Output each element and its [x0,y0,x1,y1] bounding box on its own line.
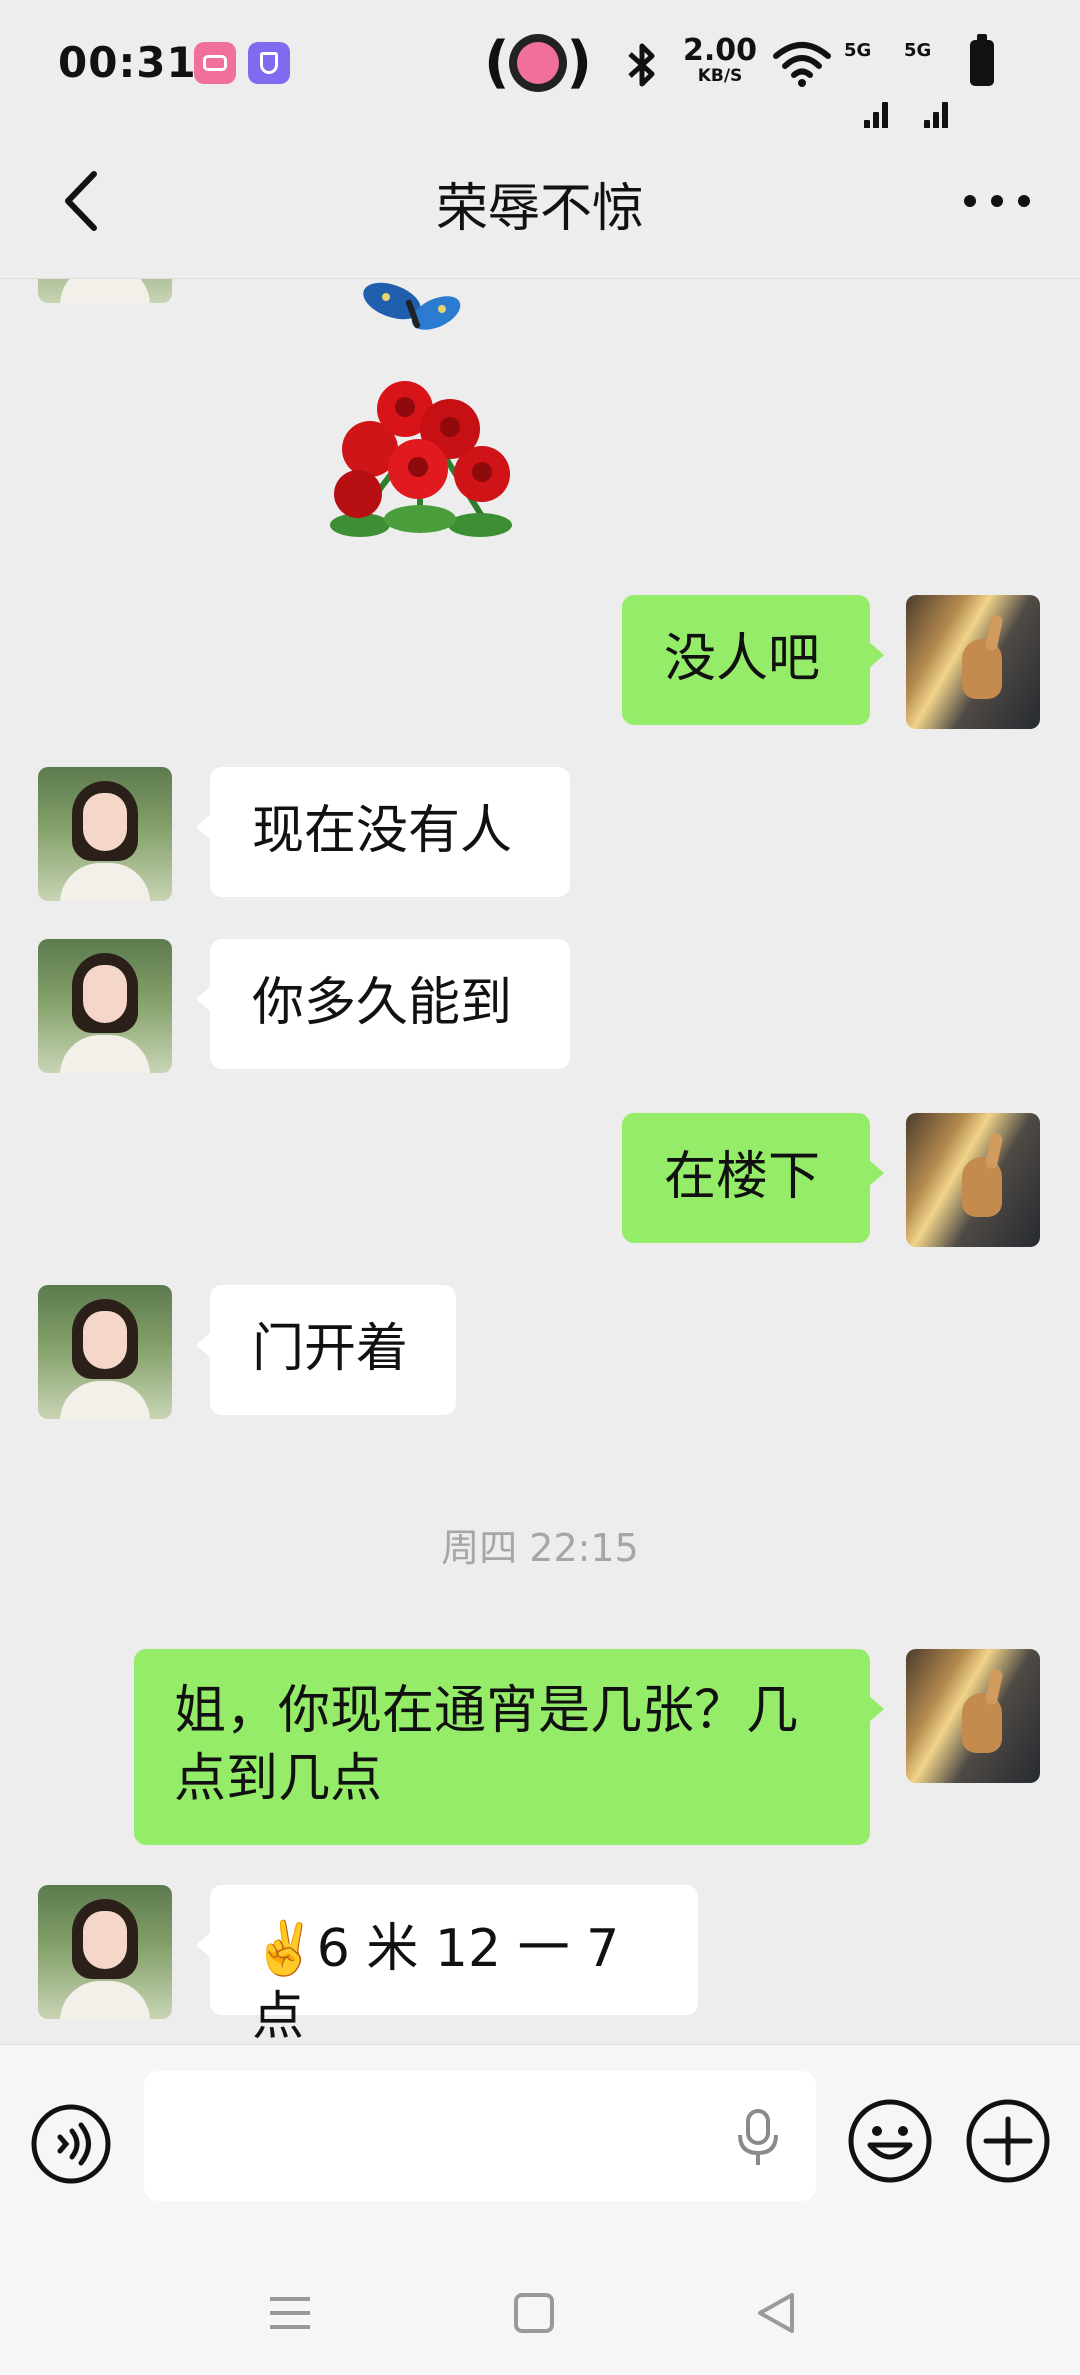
message-timestamp: 周四 22:15 [441,1526,639,1570]
status-bar: 00:31 ( ) 2.00 KB/S 5G 5G [0,0,1080,134]
contact-avatar[interactable] [38,939,172,1073]
microphone-button[interactable] [730,2107,786,2167]
bilibili-app-icon [194,42,236,84]
my-avatar[interactable] [906,1649,1040,1783]
avatar-cat-paw [984,614,1004,652]
butterfly-icon [363,282,461,330]
message-bubble-incoming[interactable]: ✌️6 米 12 一 7 点 [196,1885,698,2044]
status-icons: 2.00 KB/S 5G 5G [622,30,1022,134]
message-bubble-outgoing[interactable]: 在楼下 [622,1113,884,1243]
avatar-cat-paw [984,1132,1004,1170]
contact-avatar[interactable] [38,1885,172,2019]
triangle-back-icon [758,2293,794,2333]
chat-screen: 00:31 ( ) 2.00 KB/S 5G 5G 荣辱不惊 没人吧 现在没有人… [0,0,1080,2375]
system-back-button[interactable] [748,2285,804,2341]
my-avatar[interactable] [906,1113,1040,1247]
bilibili-live-pill-icon[interactable]: ( ) [484,30,592,100]
avatar-dress [60,279,150,303]
emoji-icon [848,2099,932,2183]
message-bubble-incoming[interactable]: 现在没有人 [196,767,570,897]
avatar-cat-paw [984,1668,1004,1706]
net-speed: 2.00 KB/S [680,33,760,87]
contact-avatar[interactable] [38,1285,172,1419]
avatar-face [83,1911,127,1969]
menu-icon [270,2297,310,2329]
my-avatar[interactable] [906,595,1040,729]
status-time: 00:31 [58,38,197,87]
input-bar [0,2044,1080,2276]
pill-dot [509,34,567,92]
emoji-button[interactable] [846,2097,934,2185]
voice-icon [31,2104,111,2184]
signal-icon: 5G [844,40,894,134]
recent-apps-button[interactable] [262,2285,318,2341]
avatar-face [83,965,127,1023]
pill-right-paren: ) [566,30,592,95]
battery-icon [970,34,994,86]
chat-header: 荣辱不惊 [0,128,1080,279]
avatar-dress [60,1381,150,1419]
more-dots-icon [964,195,1030,207]
plus-button[interactable] [964,2097,1052,2185]
more-button[interactable] [952,156,1042,246]
contact-avatar[interactable] [38,767,172,901]
net-speed-value: 2.00 [682,33,758,68]
chevron-left-icon [65,171,97,231]
shield-app-icon [248,42,290,84]
plus-icon [966,2099,1050,2183]
roses-icon [330,381,512,537]
square-icon [514,2293,554,2333]
message-bubble-outgoing[interactable]: 姐，你现在通宵是几张？几点到几点 [134,1649,884,1845]
back-button[interactable] [40,156,130,246]
microphone-icon [738,2109,778,2165]
signal-2-label: 5G [904,40,932,61]
avatar-face [83,1311,127,1369]
contact-avatar[interactable] [38,279,172,303]
voice-button[interactable] [30,2103,112,2185]
chat-title: 荣辱不惊 [435,179,644,239]
bluetooth-icon [628,43,655,87]
butterfly-roses-sticker[interactable] [300,279,540,559]
signal-1-label: 5G [844,40,872,61]
message-input[interactable] [144,2071,816,2201]
avatar-dress [60,863,150,901]
avatar-dress [60,1981,150,2019]
wifi-icon [773,42,831,87]
signal-icon: 5G [904,40,954,134]
system-nav-bar [0,2275,1080,2375]
message-bubble-incoming[interactable]: 门开着 [196,1285,456,1415]
avatar-dress [60,1035,150,1073]
pill-left-paren: ( [484,30,510,95]
message-bubble-incoming[interactable]: 你多久能到 [196,939,570,1069]
net-speed-unit: KB/S [697,66,743,86]
message-list[interactable]: 没人吧 现在没有人 你多久能到 在楼下 门开着 周四 22:15 姐，你现在通宵… [0,279,1080,2044]
home-button[interactable] [506,2285,562,2341]
message-bubble-outgoing[interactable]: 没人吧 [622,595,884,725]
avatar-face [83,793,127,851]
